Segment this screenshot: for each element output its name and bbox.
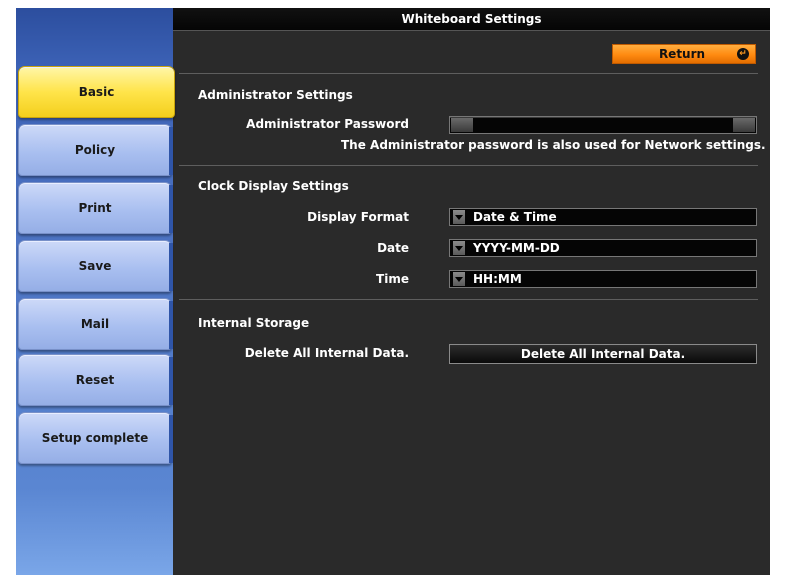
divider bbox=[179, 299, 758, 300]
divider bbox=[179, 73, 758, 74]
sidebar-item-basic[interactable]: Basic bbox=[18, 66, 175, 118]
sidebar-item-label: Policy bbox=[74, 143, 116, 157]
divider bbox=[179, 165, 758, 166]
chevron-down-icon bbox=[453, 241, 465, 255]
return-button-label: Return bbox=[658, 47, 706, 61]
tab-edge bbox=[169, 185, 173, 233]
tab-edge bbox=[169, 301, 173, 349]
admin-password-input[interactable] bbox=[449, 116, 757, 134]
sidebar-item-mail[interactable]: Mail bbox=[18, 298, 173, 350]
date-label: Date bbox=[377, 241, 409, 255]
date-format-value: YYYY-MM-DD bbox=[473, 241, 560, 255]
sidebar-item-label: Basic bbox=[78, 85, 115, 99]
delete-all-data-button[interactable]: Delete All Internal Data. bbox=[449, 344, 757, 364]
sidebar-item-label: Reset bbox=[75, 373, 115, 387]
sidebar-item-reset[interactable]: Reset bbox=[18, 354, 173, 406]
field-cap bbox=[451, 118, 473, 132]
delete-data-label: Delete All Internal Data. bbox=[244, 346, 409, 360]
date-format-select[interactable]: YYYY-MM-DD bbox=[449, 239, 757, 257]
settings-window: Basic Policy Print Save Mail Reset Setup… bbox=[16, 8, 770, 575]
admin-password-note: The Administrator password is also used … bbox=[341, 138, 766, 152]
field-cap bbox=[733, 118, 755, 132]
storage-section-title: Internal Storage bbox=[198, 316, 310, 330]
display-format-select[interactable]: Date & Time bbox=[449, 208, 757, 226]
sidebar-item-print[interactable]: Print bbox=[18, 182, 173, 234]
return-button[interactable]: Return ↵ bbox=[612, 44, 756, 64]
admin-password-label: Administrator Password bbox=[246, 117, 409, 131]
sidebar-item-label: Mail bbox=[80, 317, 110, 331]
time-label: Time bbox=[376, 272, 409, 286]
tab-edge bbox=[169, 243, 173, 291]
admin-section-title: Administrator Settings bbox=[198, 88, 353, 102]
tab-edge bbox=[169, 357, 173, 405]
time-format-select[interactable]: HH:MM bbox=[449, 270, 757, 288]
display-format-value: Date & Time bbox=[473, 210, 557, 224]
sidebar-item-setup-complete[interactable]: Setup complete bbox=[18, 412, 173, 464]
sidebar-item-policy[interactable]: Policy bbox=[18, 124, 173, 176]
window-title: Whiteboard Settings bbox=[173, 8, 770, 31]
clock-section-title: Clock Display Settings bbox=[198, 179, 349, 193]
tab-edge bbox=[169, 415, 173, 463]
sidebar-item-label: Print bbox=[78, 201, 112, 215]
enter-icon: ↵ bbox=[737, 48, 749, 60]
sidebar-item-label: Save bbox=[78, 259, 112, 273]
display-format-label: Display Format bbox=[307, 210, 409, 224]
time-format-value: HH:MM bbox=[473, 272, 522, 286]
chevron-down-icon bbox=[453, 210, 465, 224]
sidebar-item-label: Setup complete bbox=[41, 431, 149, 445]
tab-edge bbox=[169, 127, 173, 175]
chevron-down-icon bbox=[453, 272, 465, 286]
sidebar-item-save[interactable]: Save bbox=[18, 240, 173, 292]
sidebar: Basic Policy Print Save Mail Reset Setup… bbox=[16, 8, 175, 575]
